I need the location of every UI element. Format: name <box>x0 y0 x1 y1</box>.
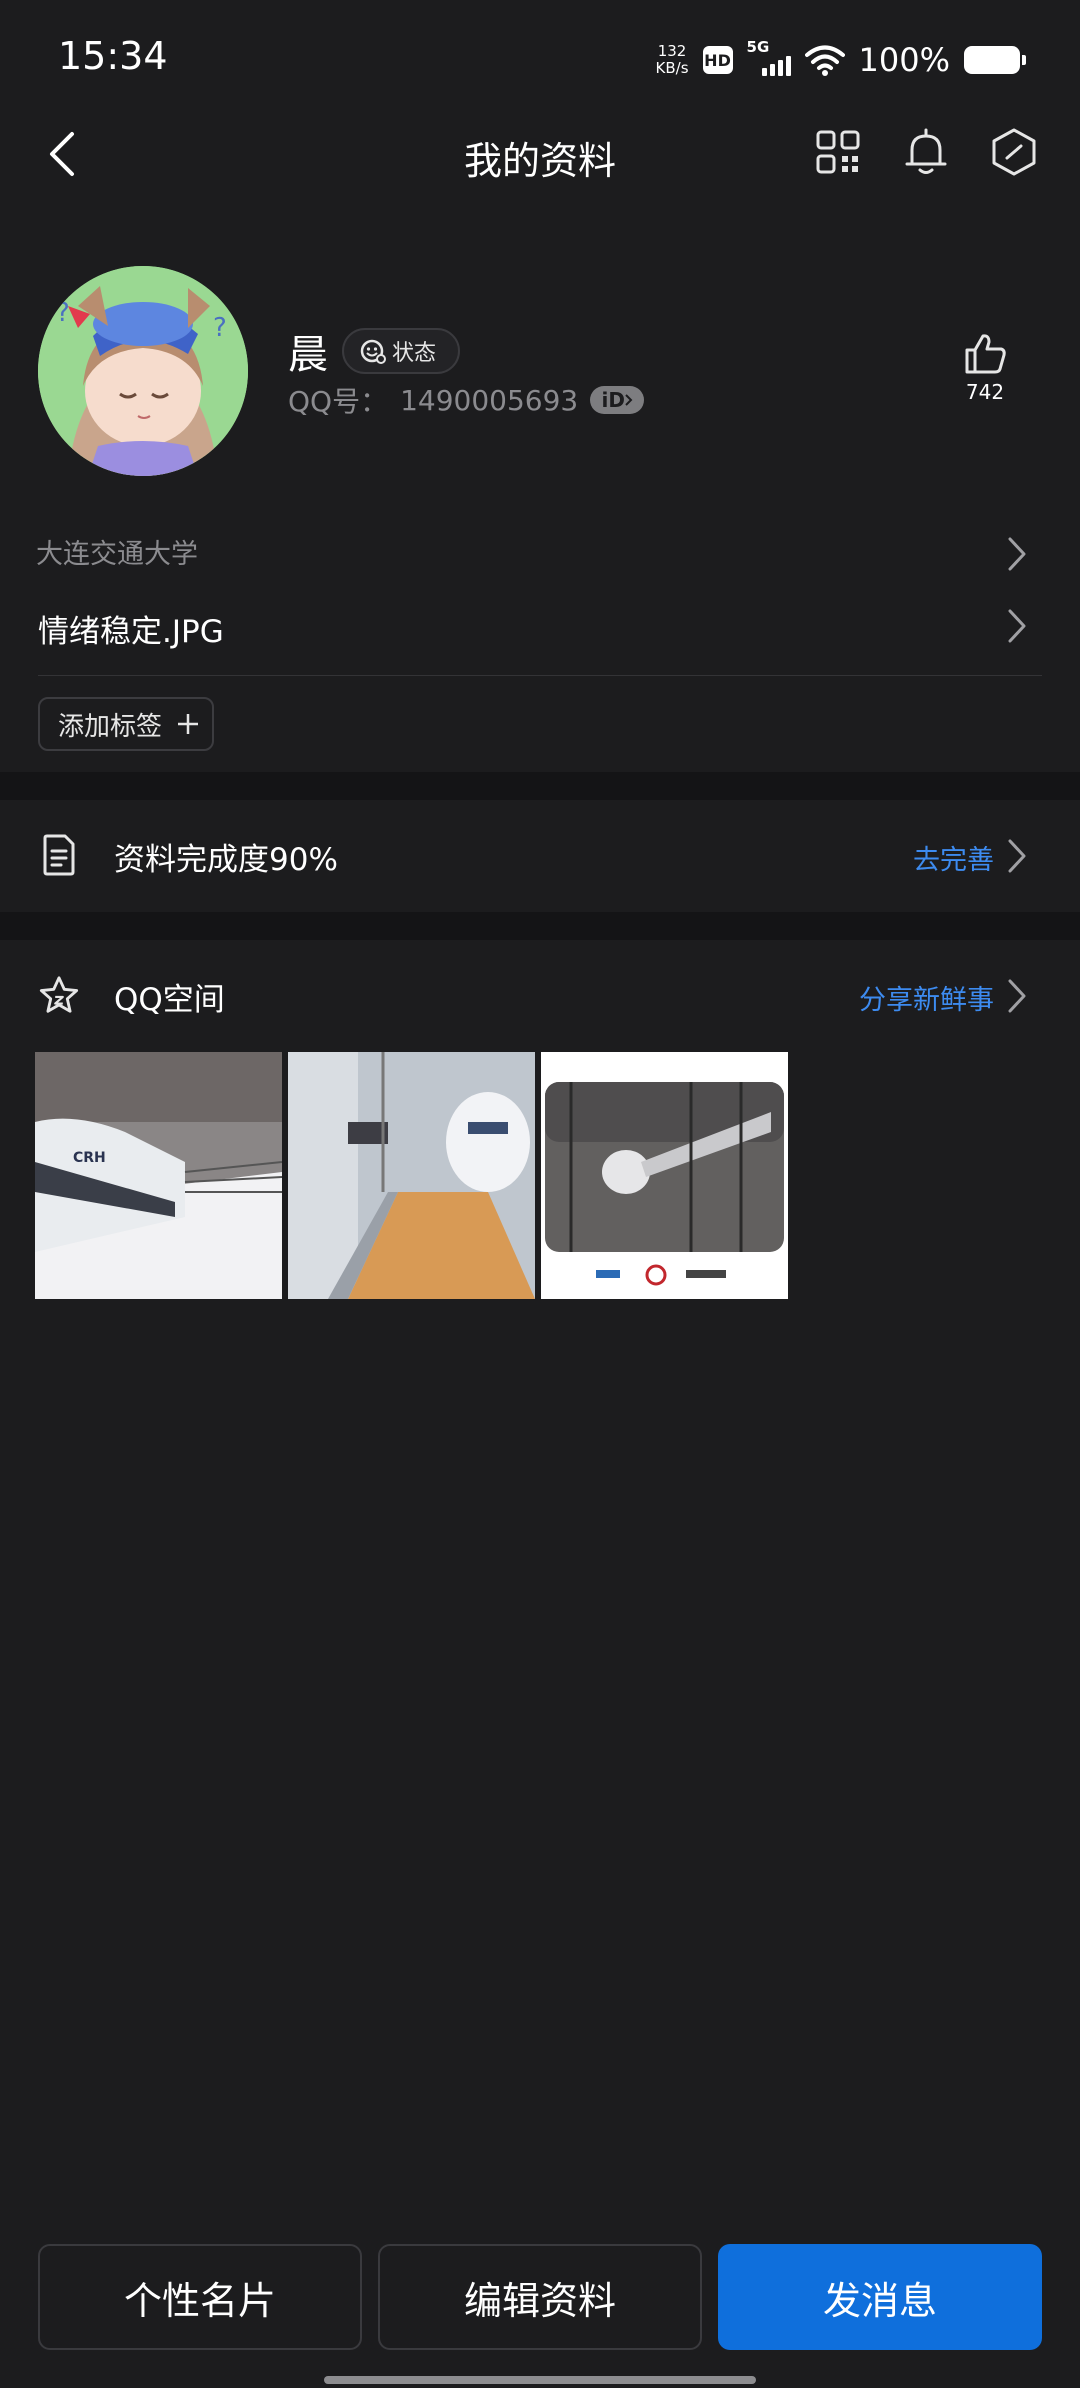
hd-icon: HD <box>702 46 733 74</box>
share-news-link[interactable]: 分享新鲜事 <box>859 978 994 1017</box>
hexagon-icon <box>992 128 1036 176</box>
qzone-row[interactable]: QQ空间 分享新鲜事 <box>0 940 1080 1050</box>
qq-label: QQ号： <box>288 385 389 418</box>
thumbs-up-icon <box>965 334 1006 374</box>
home-indicator[interactable] <box>324 2376 756 2384</box>
chevron-right-icon <box>1002 836 1032 876</box>
status-button[interactable]: 状态 <box>342 328 461 374</box>
svg-text:?: ? <box>213 313 227 343</box>
id-badge[interactable]: iD <box>590 386 645 414</box>
network-type: 5G <box>746 38 770 56</box>
nav-actions <box>812 126 1040 178</box>
like-button[interactable]: 742 <box>960 332 1010 404</box>
school-name: 大连交通大学 <box>36 539 198 570</box>
qzone-photo-3[interactable] <box>541 1052 788 1299</box>
bell-icon <box>905 128 947 174</box>
school-row[interactable]: 大连交通大学 <box>0 520 1080 590</box>
profile-card-button[interactable]: 个性名片 <box>38 2244 362 2350</box>
status-bar: 15:34 132 KB/s HD 5G 100% <box>0 0 1080 120</box>
settings-hexagon-button[interactable] <box>988 126 1040 178</box>
wifi-icon <box>804 45 845 76</box>
add-tag-button[interactable]: 添加标签 <box>38 697 215 751</box>
qr-code-button[interactable] <box>812 126 864 178</box>
top-nav: 我的资料 <box>0 120 1080 190</box>
qq-number-row: QQ号： 1490005693 iD <box>288 380 645 420</box>
chevron-right-icon <box>1002 976 1032 1016</box>
status-label: 状态 <box>392 341 437 366</box>
signature-text: 情绪稳定.JPG <box>38 614 224 650</box>
network-speed-unit: KB/s <box>655 59 689 77</box>
network-speed: 132 KB/s <box>656 43 689 77</box>
train-label: CRH <box>73 1150 106 1166</box>
divider <box>38 675 1042 676</box>
signature-row[interactable]: 情绪稳定.JPG <box>0 598 1080 676</box>
status-time: 15:34 <box>58 34 168 78</box>
document-icon <box>38 834 80 876</box>
train-snow-image: CRH <box>35 1052 282 1299</box>
train-platform-image <box>288 1052 535 1299</box>
status-smile-icon <box>360 339 386 364</box>
qzone-title: QQ空间 <box>114 982 225 1018</box>
profile-header: ? ? 晨 状态 QQ号： 1490005693 iD 742 <box>0 260 1080 510</box>
bottom-actions: 个性名片 编辑资料 发消息 <box>0 2244 1080 2350</box>
avatar[interactable]: ? ? <box>38 266 248 476</box>
qzone-photo-1[interactable]: CRH <box>35 1052 282 1299</box>
send-message-button[interactable]: 发消息 <box>718 2244 1042 2350</box>
plus-icon <box>178 714 199 734</box>
chevron-right-icon <box>1002 606 1032 646</box>
id-badge-label: iD <box>601 388 625 412</box>
signal-icon: 5G <box>747 38 791 78</box>
section-divider <box>0 912 1080 940</box>
id-chevron-icon <box>625 394 633 406</box>
profile-completeness-row[interactable]: 资料完成度90% 去完善 <box>0 800 1080 910</box>
star-icon <box>38 974 80 1016</box>
network-speed-value: 132 <box>657 42 687 60</box>
status-icons: 132 KB/s HD 5G 100% <box>656 38 1026 82</box>
completeness-title: 资料完成度90% <box>114 842 338 878</box>
chevron-right-icon <box>1002 534 1032 574</box>
edit-profile-button[interactable]: 编辑资料 <box>378 2244 702 2350</box>
profile-page: 15:34 132 KB/s HD 5G 100% 我的资料 ? ? 晨 状态 … <box>0 0 1080 2388</box>
qr-code-icon <box>816 130 860 174</box>
notification-button[interactable] <box>900 126 952 178</box>
qq-number[interactable]: 1490005693 <box>400 384 578 417</box>
avatar-image: ? ? <box>38 266 248 476</box>
qzone-photo-2[interactable] <box>288 1052 535 1299</box>
complete-profile-link[interactable]: 去完善 <box>913 838 994 877</box>
section-divider <box>0 772 1080 800</box>
qzone-photos: CRH <box>35 1052 788 1299</box>
battery-percent: 100% <box>858 41 950 79</box>
nickname: 晨 <box>288 332 328 378</box>
battery-icon <box>964 46 1026 74</box>
name-row: 晨 状态 <box>288 322 461 380</box>
svg-text:?: ? <box>56 298 70 328</box>
add-tag-label: 添加标签 <box>58 711 163 742</box>
train-poster-image <box>541 1052 788 1299</box>
like-count: 742 <box>965 380 1005 404</box>
